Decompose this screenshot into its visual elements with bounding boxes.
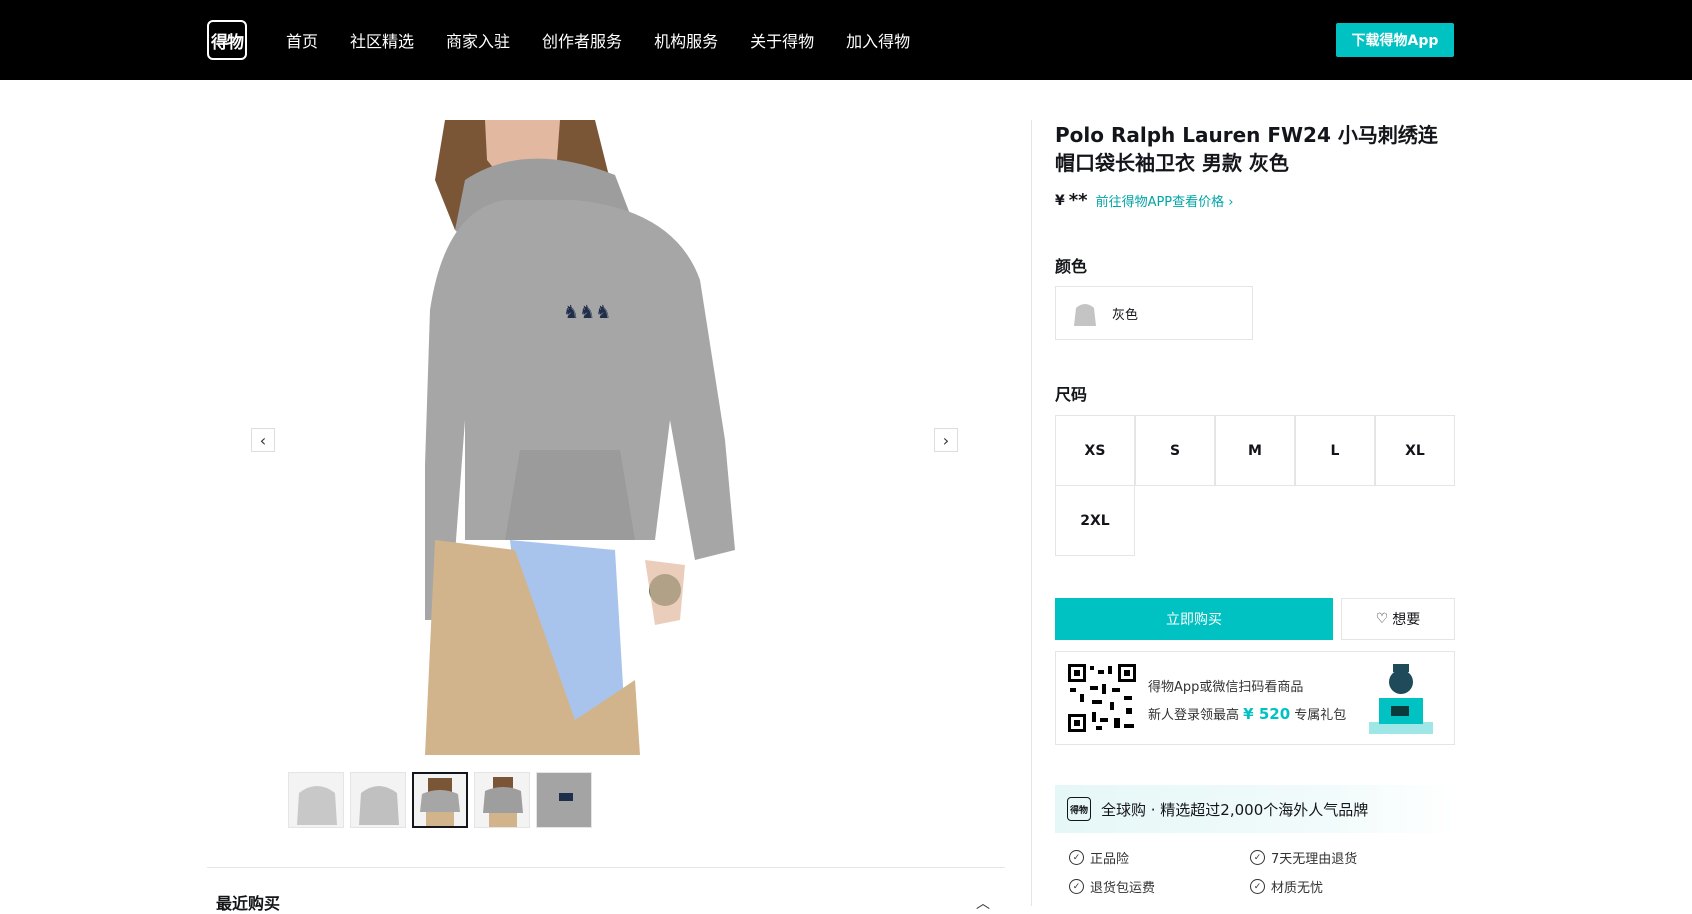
price-row: ¥ ** 前往得物APP查看价格 › <box>1055 190 1234 211</box>
check-circle-icon: ✓ <box>1069 850 1084 865</box>
guarantee-item: ✓ 正品险 <box>1069 848 1129 867</box>
recent-purchases-heading: 最近购买 <box>216 894 281 913</box>
chevron-right-icon: › <box>1228 195 1234 210</box>
guarantee-label: 退货包运费 <box>1090 881 1156 896</box>
view-price-link-text: 前往得物APP查看价格 <box>1095 195 1225 210</box>
promo-gift-text: 新人登录领最高 ¥ 520 专属礼包 <box>1148 704 1346 723</box>
heart-icon: ♡ <box>1375 611 1389 627</box>
promo-scan-text: 得物App或微信扫码看商品 <box>1148 680 1304 695</box>
buy-now-button[interactable]: 立即购买 <box>1055 598 1333 640</box>
color-swatch-image <box>1074 304 1096 326</box>
thumbnail-4[interactable] <box>474 772 530 828</box>
guarantee-label: 7天无理由退货 <box>1271 852 1358 867</box>
thumbnail-5[interactable] <box>536 772 592 828</box>
size-option[interactable]: XS <box>1055 415 1135 486</box>
size-option[interactable]: M <box>1215 415 1295 486</box>
collapse-chevron-icon[interactable]: ︿ <box>976 893 990 913</box>
global-purchase-banner: 得物 全球购 · 精选超过2,000个海外人气品牌 <box>1055 785 1455 833</box>
masked-price: ** <box>1068 190 1088 211</box>
size-option[interactable]: L <box>1295 415 1375 486</box>
download-app-button[interactable]: 下载得物App <box>1336 23 1454 57</box>
guarantee-item: ✓ 退货包运费 <box>1069 877 1155 896</box>
svg-text:♞♞♞: ♞♞♞ <box>563 302 611 323</box>
guarantee-item: ✓ 7天无理由退货 <box>1250 848 1357 867</box>
prev-image-button[interactable]: ‹ <box>251 428 275 452</box>
size-option[interactable]: S <box>1135 415 1215 486</box>
guarantee-item: ✓ 材质无忧 <box>1250 877 1323 896</box>
column-divider <box>1031 120 1032 906</box>
promo-gift-prefix: 新人登录领最高 <box>1148 708 1240 723</box>
product-title: Polo Ralph Lauren FW24 小马刺绣连帽口袋长袖卫衣 男款 灰… <box>1055 123 1438 175</box>
check-circle-icon: ✓ <box>1250 850 1265 865</box>
nav-institution[interactable]: 机构服务 <box>654 28 718 52</box>
check-circle-icon: ✓ <box>1069 879 1084 894</box>
size-label: 尺码 <box>1055 385 1088 404</box>
thumbnail-3[interactable] <box>412 772 468 828</box>
guarantee-label: 材质无忧 <box>1271 881 1324 896</box>
promo-gift-amount: ¥ 520 <box>1243 705 1291 723</box>
thumbnail-strip <box>288 772 598 828</box>
nav-community[interactable]: 社区精选 <box>350 28 414 52</box>
dewu-logo[interactable]: 得物 <box>207 20 247 60</box>
nav-about[interactable]: 关于得物 <box>750 28 814 52</box>
section-divider <box>207 867 1005 868</box>
nav-merchant[interactable]: 商家入驻 <box>446 28 510 52</box>
main-nav: 首页 社区精选 商家入驻 创作者服务 机构服务 关于得物 加入得物 <box>286 0 942 80</box>
size-grid: XS S M L XL 2XL <box>1055 415 1455 556</box>
banner-logo: 得物 <box>1067 797 1091 821</box>
check-circle-icon: ✓ <box>1250 879 1265 894</box>
promo-gift-suffix: 专属礼包 <box>1294 708 1347 723</box>
color-label: 颜色 <box>1055 257 1088 276</box>
banner-text: 全球购 · 精选超过2,000个海外人气品牌 <box>1101 800 1369 819</box>
mascot-illustration <box>1369 664 1433 734</box>
currency-symbol: ¥ <box>1055 192 1065 209</box>
product-main-image: ♞♞♞ <box>425 120 787 755</box>
qr-code <box>1066 662 1138 734</box>
thumbnail-1[interactable] <box>288 772 344 828</box>
color-option-label: 灰色 <box>1112 307 1139 323</box>
nav-home[interactable]: 首页 <box>286 28 318 52</box>
thumbnail-2[interactable] <box>350 772 406 828</box>
want-button[interactable]: ♡ 想要 <box>1341 598 1455 640</box>
nav-creator[interactable]: 创作者服务 <box>542 28 622 52</box>
want-label: 想要 <box>1392 612 1421 628</box>
size-option[interactable]: XL <box>1375 415 1455 486</box>
nav-join[interactable]: 加入得物 <box>846 28 910 52</box>
app-promo-box: 得物App或微信扫码看商品 新人登录领最高 ¥ 520 专属礼包 <box>1055 651 1455 745</box>
guarantee-label: 正品险 <box>1090 852 1130 867</box>
next-image-button[interactable]: › <box>934 428 958 452</box>
top-nav-bar: 得物 首页 社区精选 商家入驻 创作者服务 机构服务 关于得物 加入得物 下载得… <box>0 0 1692 80</box>
color-option-grey[interactable]: 灰色 <box>1055 286 1253 340</box>
size-option[interactable]: 2XL <box>1055 485 1135 556</box>
view-price-link[interactable]: 前往得物APP查看价格 › <box>1096 191 1234 210</box>
